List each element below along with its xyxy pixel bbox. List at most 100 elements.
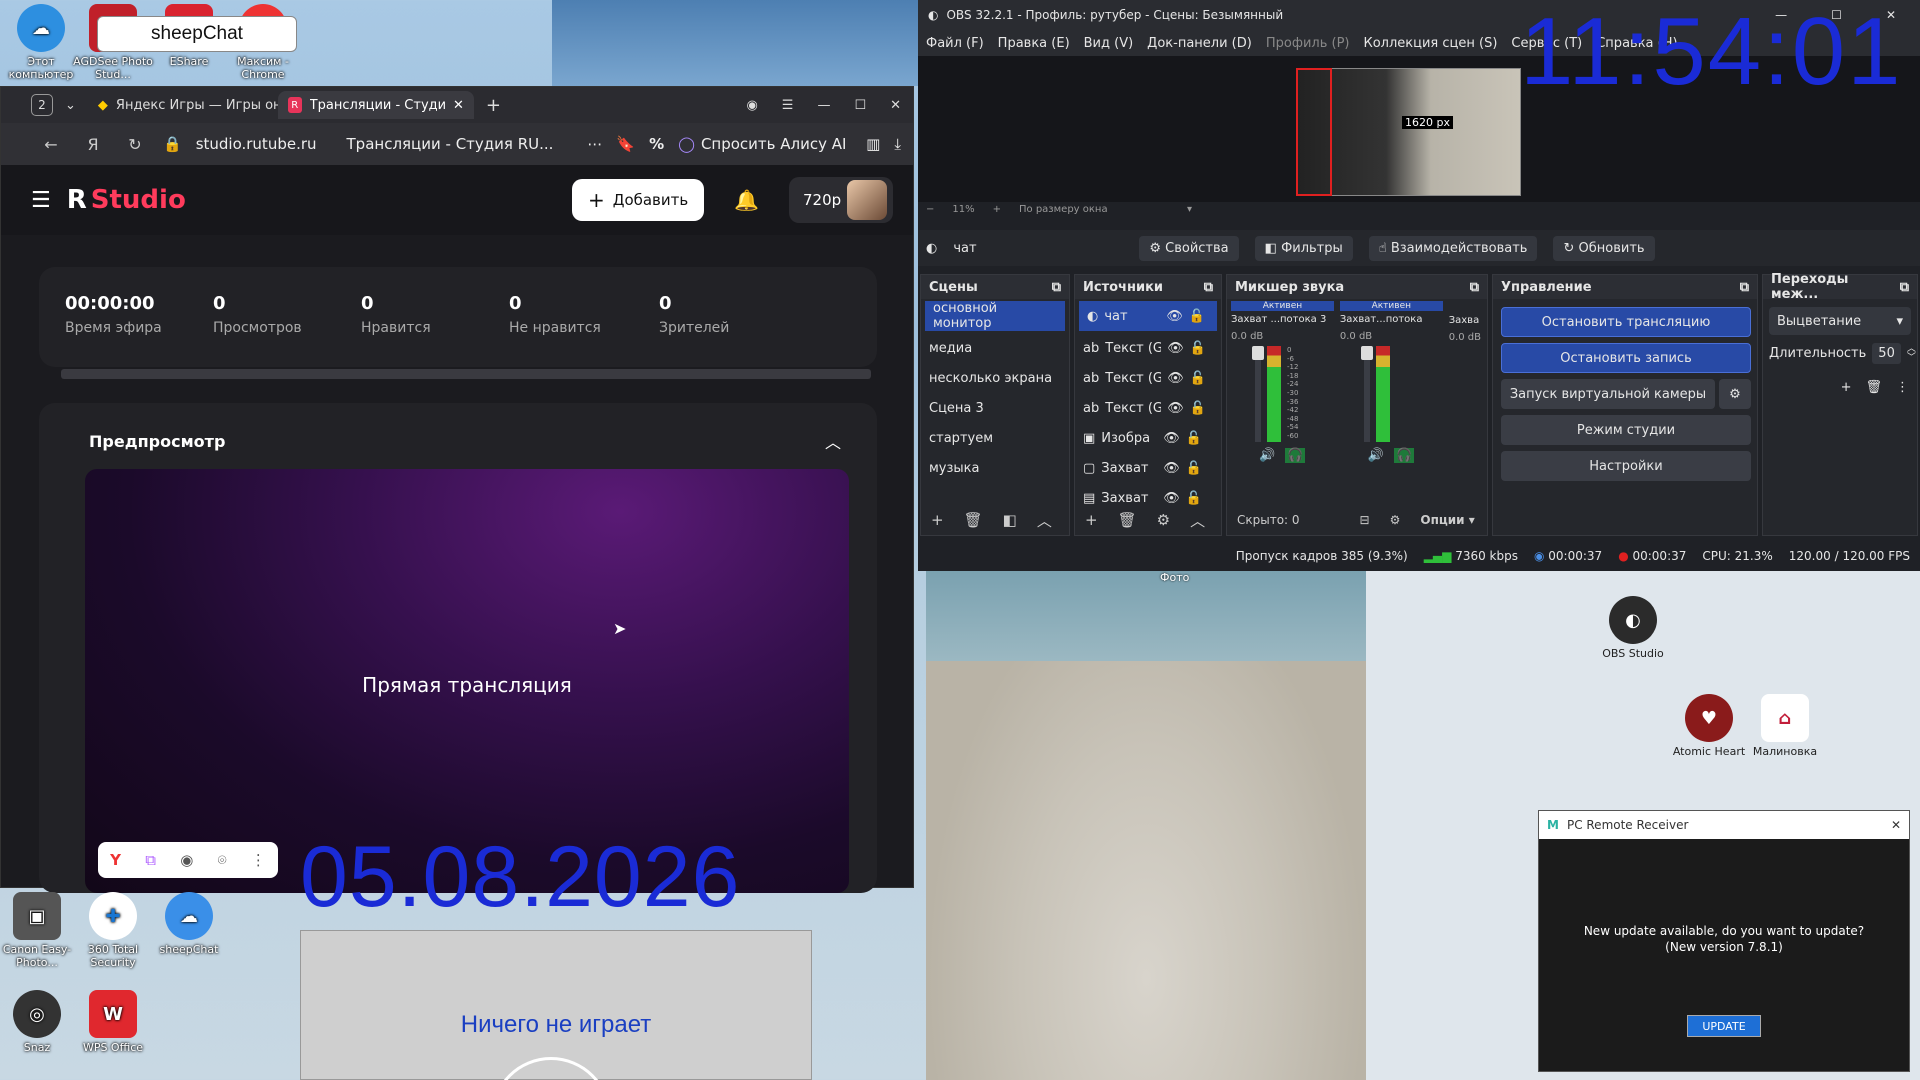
more-icon[interactable]: ⋯: [587, 135, 602, 153]
up-icon[interactable]: ︿: [1190, 510, 1205, 531]
stop-recording-button[interactable]: Остановить запись: [1501, 343, 1751, 373]
source-item[interactable]: ab Текст (G 👁 🔓: [1075, 333, 1221, 363]
up-icon[interactable]: ︿: [1037, 510, 1052, 531]
desktop-icon-obs[interactable]: ◐ OBS Studio: [1592, 596, 1674, 660]
desktop-icon-this-pc[interactable]: ☁ Этот компьютер: [0, 4, 82, 81]
headphones-icon[interactable]: 🎧: [1394, 448, 1415, 463]
source-item[interactable]: ab Текст (G 👁 🔓: [1075, 393, 1221, 423]
bookmark-icon[interactable]: 🔖: [616, 135, 635, 153]
close-tab-icon[interactable]: ✕: [453, 98, 464, 113]
eye-icon[interactable]: 👁: [1163, 461, 1180, 476]
desktop-icon-snaz[interactable]: ◎ Snaz: [0, 990, 78, 1054]
refresh-button[interactable]: ↻ Обновить: [1553, 235, 1655, 261]
menu-view[interactable]: Вид (V): [1084, 36, 1134, 51]
fit-mode-select[interactable]: По размеру окна: [1019, 204, 1169, 215]
eye-icon[interactable]: 👁: [1163, 431, 1180, 446]
undock-icon[interactable]: ⧉: [1740, 280, 1749, 295]
speaker-icon[interactable]: 🔊: [1368, 448, 1384, 463]
virtual-camera-button[interactable]: Запуск виртуальной камеры: [1501, 379, 1715, 409]
transition-select[interactable]: Выцветание ▾: [1769, 307, 1911, 335]
interact-button[interactable]: ☝ Взаимодействовать: [1368, 235, 1538, 261]
desktop-icon-malinovka[interactable]: ⌂ Малиновка: [1744, 694, 1826, 758]
discount-icon[interactable]: %: [649, 135, 664, 153]
volume-slider[interactable]: [1360, 346, 1373, 442]
collections-icon[interactable]: ▥: [866, 135, 880, 153]
url-field[interactable]: studio.rutube.ru: [196, 135, 317, 153]
lock-icon[interactable]: 🔓: [1190, 341, 1206, 356]
profile-icon[interactable]: ◉: [746, 98, 757, 113]
chevron-down-icon[interactable]: ⌄: [65, 98, 76, 113]
duration-input[interactable]: 50: [1872, 343, 1901, 364]
eye-icon[interactable]: 👁: [1166, 309, 1183, 324]
more-vertical-icon[interactable]: ⋮: [251, 851, 266, 869]
menu-icon[interactable]: ☰: [782, 98, 794, 113]
maximize-icon[interactable]: ☐: [854, 98, 866, 113]
source-item[interactable]: ◐ чат 👁 🔓: [1079, 301, 1217, 331]
lock-icon[interactable]: 🔓: [1186, 431, 1202, 446]
lock-icon[interactable]: 🔓: [1189, 309, 1205, 324]
tab-yandex-games[interactable]: ◆ Яндекс Игры — Игры онл: [88, 91, 278, 119]
trash-icon[interactable]: 🗑: [1865, 380, 1882, 395]
source-item[interactable]: ▣ Изобра 👁 🔓: [1075, 423, 1221, 453]
undock-icon[interactable]: ⧉: [1470, 280, 1479, 295]
eye-icon[interactable]: 👁: [1167, 371, 1184, 386]
lock-icon[interactable]: 🔓: [1190, 401, 1206, 416]
download-icon[interactable]: ⤓: [894, 135, 901, 153]
tab-count-badge[interactable]: 2: [31, 94, 53, 116]
collapse-icon[interactable]: ︿: [825, 429, 841, 453]
undock-icon[interactable]: ⧉: [1900, 280, 1909, 295]
spinner-icon[interactable]: ︿ ﹀: [1907, 344, 1916, 363]
desktop-icon-sheepchat[interactable]: ☁ sheepChat: [148, 892, 230, 956]
screenshot-icon[interactable]: ⧉: [145, 851, 156, 869]
tab-rutube-studio[interactable]: R Трансляции - Студия R ✕: [277, 91, 474, 119]
settings-button[interactable]: Настройки: [1501, 451, 1751, 481]
more-vertical-icon[interactable]: ⋮: [1896, 380, 1909, 395]
filter-icon[interactable]: ◧: [1003, 511, 1017, 529]
mixer-options-button[interactable]: Опции ▾: [1420, 513, 1474, 527]
studio-mode-button[interactable]: Режим студии: [1501, 415, 1751, 445]
close-icon[interactable]: ✕: [1891, 818, 1901, 832]
minimize-icon[interactable]: —: [817, 98, 830, 113]
lock-icon[interactable]: 🔓: [1190, 371, 1206, 386]
add-button[interactable]: + Добавить: [572, 179, 705, 221]
add-icon[interactable]: +: [931, 511, 944, 529]
virtual-camera-settings-icon[interactable]: ⚙: [1719, 379, 1751, 409]
trash-icon[interactable]: 🗑: [1118, 511, 1137, 529]
eye-icon[interactable]: 👁: [1163, 491, 1180, 506]
source-item[interactable]: ab Текст (G 👁 🔓: [1075, 363, 1221, 393]
speaker-icon[interactable]: 🔊: [1259, 448, 1275, 463]
horizontal-scrollbar[interactable]: [61, 369, 871, 379]
desktop-icon-canon[interactable]: ▣ Canon Easy-Photo...: [0, 892, 78, 969]
zoom-out-icon[interactable]: −: [926, 204, 934, 215]
source-item[interactable]: ▢ Захват 👁 🔓: [1075, 453, 1221, 483]
reload-icon[interactable]: ↻: [121, 130, 149, 158]
desktop-icon-atomic-heart[interactable]: ♥ Atomic Heart: [1668, 694, 1750, 758]
avatar[interactable]: [847, 180, 887, 220]
layout-icon[interactable]: ⊟: [1360, 513, 1370, 527]
eye-icon[interactable]: 👁: [1167, 341, 1184, 356]
quality-selector[interactable]: 720p: [789, 177, 893, 223]
yandex-icon[interactable]: Я: [79, 130, 107, 158]
undock-icon[interactable]: ⧉: [1052, 280, 1061, 295]
close-window-icon[interactable]: ✕: [890, 98, 901, 113]
gear-icon[interactable]: ⚙: [1157, 511, 1170, 529]
menu-file[interactable]: Файл (F): [926, 36, 984, 51]
lock-icon[interactable]: 🔓: [1186, 491, 1202, 506]
rutube-logo[interactable]: R Studio: [67, 185, 186, 215]
scene-item[interactable]: медиа: [921, 333, 1069, 363]
volume-slider[interactable]: [1252, 346, 1264, 442]
update-button[interactable]: UPDATE: [1687, 1015, 1761, 1037]
hamburger-icon[interactable]: ☰: [31, 188, 51, 213]
menu-scene-collection[interactable]: Коллекция сцен (S): [1363, 36, 1497, 51]
eye-icon[interactable]: ◉: [180, 851, 193, 869]
undock-icon[interactable]: ⧉: [1204, 280, 1213, 295]
camera-icon[interactable]: ⌾: [218, 851, 227, 869]
zoom-in-icon[interactable]: +: [993, 204, 1001, 215]
back-icon[interactable]: ←: [37, 130, 65, 158]
trash-icon[interactable]: 🗑: [964, 511, 983, 529]
scene-item[interactable]: основной монитор: [925, 301, 1065, 331]
headphones-icon[interactable]: 🎧: [1285, 448, 1306, 463]
alice-button[interactable]: ◯ Спросить Алису AI: [678, 135, 846, 153]
scene-item[interactable]: музыка: [921, 453, 1069, 483]
add-icon[interactable]: +: [1085, 511, 1098, 529]
